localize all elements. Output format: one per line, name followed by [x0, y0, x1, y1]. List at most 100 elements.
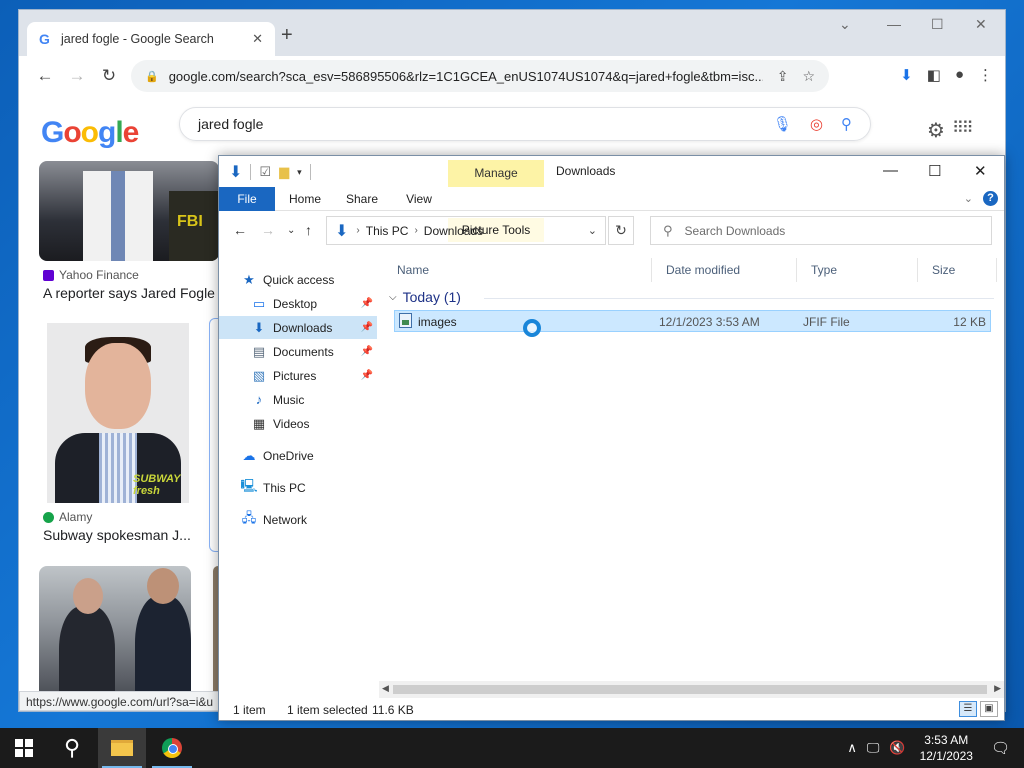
- volume-muted-icon[interactable]: 🔇: [889, 740, 905, 756]
- nav-onedrive[interactable]: ☁ OneDrive: [239, 444, 397, 467]
- explorer-search-box[interactable]: ⚲: [650, 216, 992, 245]
- back-arrow-icon[interactable]: ←: [29, 66, 61, 86]
- network-status-icon[interactable]: 🖵: [867, 740, 880, 756]
- tab-manage[interactable]: Manage: [448, 160, 544, 187]
- reload-icon[interactable]: ↻: [93, 66, 125, 86]
- result-image-1[interactable]: FBI: [39, 161, 219, 261]
- address-bar[interactable]: 🔒 google.com/search?sca_esv=586895506&rl…: [131, 60, 829, 92]
- google-doodle-logo[interactable]: Google: [41, 116, 139, 150]
- explorer-minimize-button[interactable]: —: [883, 162, 898, 179]
- close-window-button[interactable]: ✕: [975, 16, 987, 33]
- downloads-arrow-icon: ⬇: [229, 164, 243, 181]
- properties-icon[interactable]: ☑: [259, 164, 271, 180]
- result-source-1[interactable]: Yahoo Finance: [43, 268, 139, 282]
- file-row[interactable]: images 12/1/2023 3:53 AM JFIF File 12 KB: [394, 310, 991, 332]
- column-size[interactable]: Size: [919, 258, 997, 282]
- tab-strip: G jared fogle - Google Search ✕ + ⌄ — ☐ …: [19, 10, 1005, 56]
- tab-home[interactable]: Home: [281, 187, 329, 211]
- horizontal-scrollbar[interactable]: ◀ ▶: [379, 681, 1004, 698]
- column-name[interactable]: Name: [384, 258, 652, 282]
- nav-pictures[interactable]: ▧ Pictures 📌: [219, 364, 377, 387]
- nav-this-pc[interactable]: 🖳 This PC: [239, 476, 397, 499]
- maximize-button[interactable]: ☐: [931, 16, 944, 33]
- new-tab-button[interactable]: +: [281, 24, 293, 47]
- nav-downloads[interactable]: ⬇ Downloads 📌: [219, 316, 377, 339]
- alamy-favicon-icon: [43, 511, 54, 523]
- show-hidden-icons-icon[interactable]: ∧: [847, 740, 857, 756]
- bookmark-star-icon[interactable]: ☆: [802, 68, 815, 85]
- breadcrumb-this-pc[interactable]: This PC: [366, 224, 409, 238]
- explorer-close-button[interactable]: ✕: [974, 162, 987, 180]
- result-source-2[interactable]: Alamy: [43, 510, 92, 524]
- column-date-modified[interactable]: Date modified: [653, 258, 797, 282]
- group-header-today[interactable]: ⌵ Today (1): [389, 289, 461, 305]
- tab-search-icon[interactable]: ⌄: [839, 16, 851, 33]
- file-explorer-window: ⬇ ☑ ▆ ▾ Manage Downloads — ☐ ✕ File Home…: [218, 155, 1005, 721]
- nav-videos[interactable]: ▦ Videos: [219, 412, 377, 435]
- notifications-icon[interactable]: 🗨: [991, 739, 1010, 757]
- details-view-icon[interactable]: ☰: [959, 701, 977, 717]
- explorer-address-bar[interactable]: ⬇ › This PC › Downloads ⌄: [326, 216, 606, 245]
- taskbar-chrome[interactable]: [148, 728, 196, 768]
- start-button[interactable]: [0, 728, 48, 768]
- taskbar-file-explorer[interactable]: [98, 728, 146, 768]
- url-text: google.com/search?sca_esv=586895506&rlz=…: [168, 68, 763, 84]
- result-caption-1[interactable]: A reporter says Jared Fogle: [43, 285, 215, 301]
- lock-icon: 🔒: [145, 70, 159, 83]
- large-icons-view-icon[interactable]: ▣: [980, 701, 998, 717]
- close-tab-icon[interactable]: ✕: [252, 31, 263, 47]
- help-icon[interactable]: ?: [983, 191, 998, 206]
- scroll-left-icon[interactable]: ◀: [382, 683, 389, 694]
- new-folder-icon[interactable]: ▆: [279, 164, 289, 180]
- nav-documents[interactable]: ▤ Documents 📌: [219, 340, 377, 363]
- scroll-right-icon[interactable]: ▶: [994, 683, 1001, 694]
- tab-view[interactable]: View: [395, 187, 443, 211]
- result-caption-2[interactable]: Subway spokesman J...: [43, 527, 191, 543]
- address-dropdown-icon[interactable]: ⌄: [588, 224, 597, 237]
- breadcrumb-downloads[interactable]: Downloads: [424, 224, 483, 238]
- result-image-2[interactable]: SUBWAY fresh: [47, 323, 189, 503]
- nav-music[interactable]: ♪ Music: [219, 388, 377, 411]
- explorer-back-icon[interactable]: ←: [233, 222, 247, 238]
- desktop-icon: ▭: [252, 295, 266, 311]
- nav-desktop[interactable]: ▭ Desktop 📌: [219, 292, 377, 315]
- google-search-box[interactable]: jared fogle 🎙 ◎ ⚲: [179, 107, 871, 141]
- download-icon[interactable]: ⬇: [900, 66, 913, 84]
- browser-tab[interactable]: G jared fogle - Google Search ✕: [27, 22, 275, 56]
- menu-kebab-icon[interactable]: ⋮: [978, 66, 993, 84]
- clock[interactable]: 3:53 AM 12/1/2023: [920, 732, 973, 764]
- pin-icon: 📌: [360, 322, 373, 333]
- search-icon[interactable]: ⚲: [841, 115, 852, 133]
- forward-arrow-icon[interactable]: →: [61, 66, 93, 86]
- microphone-icon[interactable]: 🎙: [773, 115, 792, 133]
- taskbar-search-icon[interactable]: ⚲: [48, 728, 96, 768]
- minimize-button[interactable]: —: [887, 16, 901, 32]
- scrollbar-thumb[interactable]: [393, 685, 987, 694]
- profile-avatar-icon[interactable]: ●: [955, 66, 964, 84]
- nav-network[interactable]: 🖧 Network: [239, 508, 397, 531]
- search-query[interactable]: jared fogle: [198, 116, 755, 132]
- folder-icon: [111, 740, 133, 756]
- share-icon[interactable]: ⇪: [777, 68, 789, 85]
- recent-locations-icon[interactable]: ⌄: [287, 225, 295, 236]
- lens-camera-icon[interactable]: ◎: [810, 115, 823, 133]
- search-downloads-input[interactable]: [684, 223, 965, 238]
- customize-toolbar-icon[interactable]: ▾: [297, 167, 302, 178]
- browser-toolbar: ← → ↻ 🔒 google.com/search?sca_esv=586895…: [19, 56, 1005, 96]
- quick-access-toolbar: ⬇ ☑ ▆ ▾: [229, 162, 311, 182]
- settings-gear-icon[interactable]: ⚙: [927, 118, 945, 143]
- explorer-maximize-button[interactable]: ☐: [928, 162, 941, 180]
- computer-icon: 🖳: [240, 477, 258, 493]
- tab-file[interactable]: File: [219, 187, 275, 211]
- expand-ribbon-icon[interactable]: ⌄: [964, 192, 973, 205]
- refresh-button[interactable]: ↻: [608, 216, 634, 245]
- cloud-icon: ☁: [242, 447, 256, 463]
- file-name: images: [418, 315, 457, 329]
- nav-quick-access[interactable]: ★ Quick access: [239, 268, 397, 291]
- tab-share[interactable]: Share: [337, 187, 387, 211]
- column-type[interactable]: Type: [798, 258, 918, 282]
- side-panel-icon[interactable]: ◧: [927, 66, 941, 84]
- explorer-forward-icon[interactable]: →: [261, 222, 275, 238]
- up-arrow-icon[interactable]: ↑: [305, 222, 312, 238]
- apps-grid-icon[interactable]: ⠿⠿: [952, 118, 973, 138]
